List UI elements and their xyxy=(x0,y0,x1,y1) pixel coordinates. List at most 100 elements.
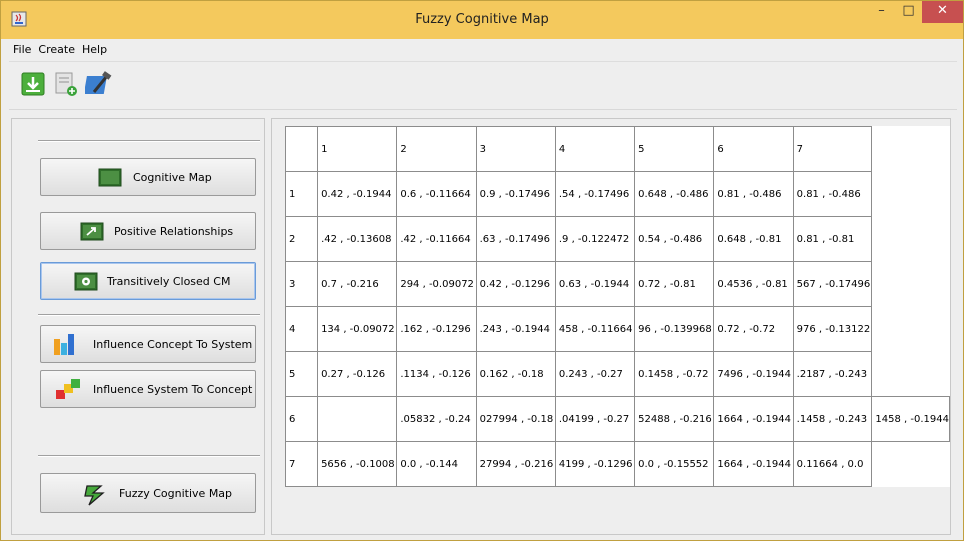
table-cell[interactable] xyxy=(317,396,398,442)
table-cell[interactable]: 0.243 , -0.27 xyxy=(554,351,636,397)
cubes-icon xyxy=(56,379,80,399)
column-header: 1 xyxy=(317,126,398,172)
fuzzy-map-icon xyxy=(84,485,105,506)
table-cell[interactable]: 0.7 , -0.216 xyxy=(317,261,398,307)
fuzzy-cognitive-map-button[interactable]: Fuzzy Cognitive Map xyxy=(40,473,256,513)
influence-concept-to-system-button[interactable]: Influence Concept To System xyxy=(40,325,256,363)
cognitive-map-label: Cognitive Map xyxy=(133,171,212,184)
table-row: 1 0.42 , -0.1944 0.6 , -0.11664 0.9 , -0.17… xyxy=(284,171,950,217)
folder-icon xyxy=(98,168,122,187)
table-cell[interactable]: .63 , -0.17496 xyxy=(475,216,556,262)
table-cell[interactable]: .162 , -0.1296 xyxy=(396,306,477,352)
menu-file[interactable]: File xyxy=(9,41,34,56)
separator xyxy=(38,314,260,316)
matrix-panel: 1 2 3 4 5 6 7 1 0.42 , -0.1944 0.6 , -0.11664 0.9 … xyxy=(271,118,951,535)
table-cell[interactable]: 5656 , -0.1008 xyxy=(317,441,398,487)
table-cell[interactable]: 1458 , -0.1944 xyxy=(871,396,950,442)
download-icon[interactable] xyxy=(19,70,47,98)
table-cell[interactable]: 0.9 , -0.17496 xyxy=(475,171,556,217)
table-cell[interactable]: 0.648 , -0.81 xyxy=(713,216,794,262)
positive-relationships-label: Positive Relationships xyxy=(114,225,234,238)
table-cell[interactable]: .04199 , -0.27 xyxy=(554,396,636,442)
table-cell[interactable]: 458 , -0.11664 xyxy=(554,306,636,352)
title-bar[interactable]: Fuzzy Cognitive Map – □ ✕ xyxy=(1,1,963,39)
table-cell[interactable]: 1664 , -0.1944 xyxy=(713,441,794,487)
table-cell[interactable]: .9 , -0.122472 xyxy=(554,216,636,262)
table-cell[interactable]: 27994 , -0.216 xyxy=(475,441,556,487)
table-row: 3 0.7 , -0.216 294 , -0.09072 0.42 , -0.129… xyxy=(284,261,950,307)
main-content: Cognitive Map Positive Relationships Tra… xyxy=(9,109,957,535)
table-header-row: 1234567 xyxy=(284,126,950,172)
column-header: 4 xyxy=(554,126,636,172)
toolbar xyxy=(9,61,957,108)
matrix-table: 1 2 3 4 5 6 7 1 0.42 , -0.1944 0.6 , -0.11664 0.9 … xyxy=(284,126,950,487)
row-header: 5 xyxy=(284,351,319,397)
table-cell[interactable]: 567 , -0.17496 xyxy=(792,261,873,307)
table-cell[interactable]: 0.6 , -0.11664 xyxy=(396,171,477,217)
table-cell[interactable]: .42 , -0.11664 xyxy=(396,216,477,262)
positive-relationships-button[interactable]: Positive Relationships xyxy=(40,212,256,250)
table-cell[interactable]: 0.63 , -0.1944 xyxy=(554,261,636,307)
table-cell[interactable]: 0.27 , -0.126 xyxy=(317,351,398,397)
folder-gear-icon xyxy=(74,272,98,291)
menu-help[interactable]: Help xyxy=(78,41,110,56)
table-cell[interactable]: 0.648 , -0.486 xyxy=(634,171,715,217)
table-cell[interactable]: 7496 , -0.1944 xyxy=(713,351,794,397)
separator xyxy=(38,140,260,142)
menu-create[interactable]: Create xyxy=(34,41,78,56)
table-cell[interactable]: 0.0 , -0.144 xyxy=(396,441,477,487)
table-cell[interactable]: 0.81 , -0.486 xyxy=(792,171,873,217)
cognitive-map-button[interactable]: Cognitive Map xyxy=(40,158,256,196)
table-cell[interactable]: 0.54 , -0.486 xyxy=(634,216,715,262)
table-cell[interactable]: 0.11664 , 0.0 xyxy=(792,441,873,487)
table-cell[interactable]: .54 , -0.17496 xyxy=(554,171,636,217)
table-cell[interactable]: 1664 , -0.1944 xyxy=(713,396,794,442)
table-cell[interactable]: .1134 , -0.126 xyxy=(396,351,477,397)
close-button[interactable]: ✕ xyxy=(922,1,963,23)
row-header: 2 xyxy=(284,216,319,262)
table-cell[interactable]: 134 , -0.09072 xyxy=(317,306,398,352)
column-header: 2 xyxy=(396,126,477,172)
table-cell[interactable]: 0.42 , -0.1296 xyxy=(475,261,556,307)
table-cell[interactable]: .42 , -0.13608 xyxy=(317,216,398,262)
table-cell[interactable]: 0.72 , -0.72 xyxy=(713,306,794,352)
table-cell[interactable]: 0.162 , -0.18 xyxy=(475,351,556,397)
table-cell[interactable]: .1458 , -0.243 xyxy=(792,396,873,442)
table-cell[interactable]: 0.81 , -0.486 xyxy=(713,171,794,217)
transitively-closed-cm-button[interactable]: Transitively Closed CM xyxy=(40,262,256,300)
folder-arrow-icon xyxy=(80,222,104,241)
table-cell[interactable]: 976 , -0.13122 xyxy=(792,306,873,352)
maximize-button[interactable]: □ xyxy=(895,1,922,23)
row-header: 1 xyxy=(284,171,319,217)
column-header: 3 xyxy=(475,126,556,172)
table-cell[interactable]: 52488 , -0.216 xyxy=(634,396,715,442)
menu-bar: File Create Help xyxy=(9,41,957,59)
tools-icon[interactable] xyxy=(85,70,113,98)
table-cell[interactable]: 4199 , -0.1296 xyxy=(554,441,636,487)
column-header: 7 xyxy=(792,126,873,172)
table-cell[interactable]: 294 , -0.09072 xyxy=(396,261,477,307)
fuzzy-cognitive-map-label: Fuzzy Cognitive Map xyxy=(119,487,233,500)
table-cell[interactable]: .243 , -0.1944 xyxy=(475,306,556,352)
table-row: 7 5656 , -0.1008 0.0 , -0.144 27994 , -0.21… xyxy=(284,441,950,487)
table-cell[interactable]: 96 , -0.139968 xyxy=(634,306,715,352)
page-add-icon[interactable] xyxy=(52,70,80,98)
table-cell[interactable]: 0.81 , -0.81 xyxy=(792,216,873,262)
table-cell[interactable]: 027994 , -0.18 xyxy=(475,396,556,442)
column-header xyxy=(284,126,319,172)
table-cell[interactable]: .2187 , -0.243 xyxy=(792,351,873,397)
table-cell[interactable]: 0.42 , -0.1944 xyxy=(317,171,398,217)
transitively-closed-cm-label: Transitively Closed CM xyxy=(107,275,231,288)
table-cell[interactable]: 0.1458 , -0.72 xyxy=(634,351,715,397)
influence-system-to-concept-button[interactable]: Influence System To Concept xyxy=(40,370,256,408)
table-cell[interactable]: .05832 , -0.24 xyxy=(396,396,477,442)
application-window: Fuzzy Cognitive Map – □ ✕ File Create Help xyxy=(0,0,964,541)
separator xyxy=(38,455,260,457)
table-cell[interactable]: 0.4536 , -0.81 xyxy=(713,261,794,307)
table-cell[interactable]: 0.0 , -0.15552 xyxy=(634,441,715,487)
table-cell[interactable]: 0.72 , -0.81 xyxy=(634,261,715,307)
column-header: 5 xyxy=(634,126,715,172)
minimize-button[interactable]: – xyxy=(868,1,895,23)
navigation-panel: Cognitive Map Positive Relationships Tra… xyxy=(11,118,265,535)
row-header: 3 xyxy=(284,261,319,307)
